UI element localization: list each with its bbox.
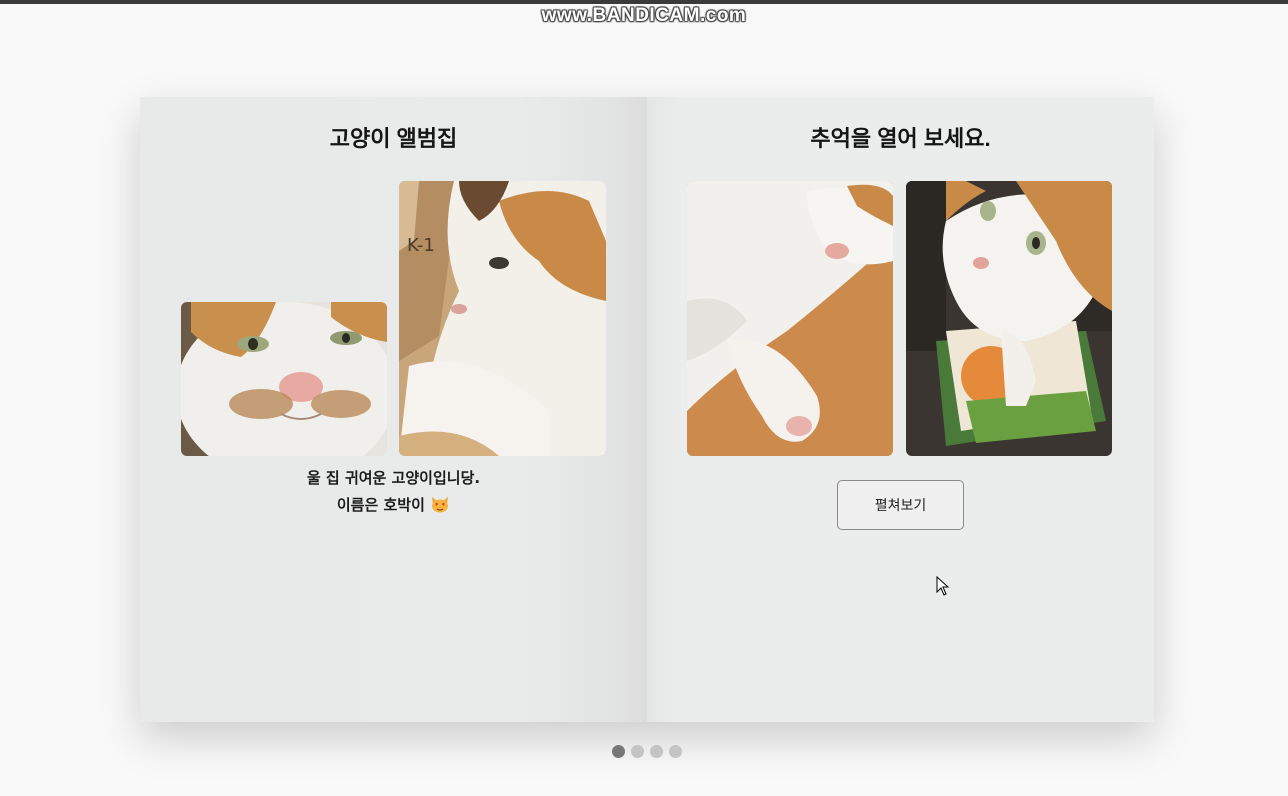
page-dot-3[interactable] (650, 745, 663, 758)
right-page-title: 추억을 열어 보세요. (810, 126, 991, 151)
svg-text:K-1: K-1 (407, 235, 435, 256)
caption-line-2: 이름은 호박이 (140, 492, 647, 519)
heart-eyes-cat-emoji-icon (430, 495, 450, 513)
photo-album-book: 고양이 앨범집 K-1 울 집 귀여운 고양이입니당. 이름은 호박이 추억을 … (140, 97, 1154, 722)
recording-watermark: www.BANDICAM.com (541, 5, 747, 26)
page-indicator (612, 745, 682, 758)
album-left-page: 고양이 앨범집 K-1 울 집 귀여운 고양이입니당. 이름은 호박이 (140, 97, 647, 722)
caption-line-2-text: 이름은 호박이 (336, 496, 425, 514)
mouse-pointer-icon (936, 576, 950, 596)
open-album-button[interactable]: 펼쳐보기 (837, 480, 964, 530)
cat-lying-photo[interactable] (687, 181, 893, 456)
cat-closeup-photo[interactable] (181, 302, 387, 456)
left-page-title: 고양이 앨범집 (329, 126, 458, 151)
cat-in-box-photo[interactable]: K-1 (399, 181, 606, 456)
cat-standing-photo[interactable] (906, 181, 1112, 456)
window-top-bar (0, 0, 1288, 4)
page-dot-2[interactable] (631, 745, 644, 758)
album-right-page: 추억을 열어 보세요. 펼쳐보기 (647, 97, 1154, 722)
page-dot-4[interactable] (669, 745, 682, 758)
page-dot-1[interactable] (612, 745, 625, 758)
caption-line-1: 울 집 귀여운 고양이입니당. (306, 469, 481, 487)
